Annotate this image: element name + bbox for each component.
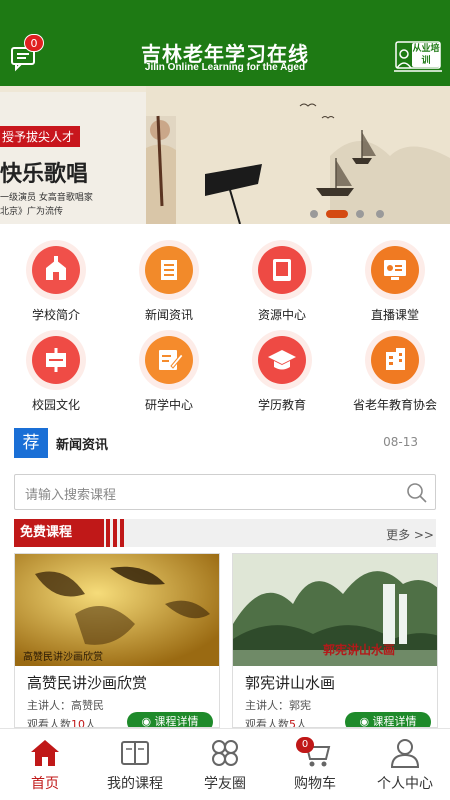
feature-label: 省老年教育协会 [352,398,437,412]
play-icon: ◉ [359,715,373,728]
thumbnail-caption: 郭宪讲山水画 [323,642,395,657]
feature-campus-culture[interactable]: 校园文化 [0,330,112,424]
carousel-dot[interactable] [376,210,384,218]
news-ticker[interactable]: 荐 新闻资讯 08-13 [14,428,436,458]
app-header: 0 吉林老年学习在线 Jilin Online Learning for the… [0,0,450,86]
carousel-dot[interactable] [310,210,318,218]
feature-degree-education[interactable]: 学历教育 [226,330,338,424]
banner-carousel[interactable]: 授予拔尖人才 快乐歌唱 一级演员 女高音歌唱家 北京》广为流传 [0,86,450,224]
tab-profile[interactable]: 个人中心 [360,729,450,800]
tab-cart[interactable]: 0 购物车 [270,729,360,800]
feature-study-center[interactable]: 研学中心 [113,330,225,424]
live-class-icon [371,246,419,294]
course-detail-label: 课程详情 [154,715,199,728]
tab-my-courses[interactable]: 我的课程 [90,729,180,800]
banner-subtitle: 一级演员 女高音歌唱家 [0,193,93,203]
news-headline[interactable]: 新闻资讯 [56,434,108,453]
course-title: 高赞民讲沙画欣赏 [27,674,148,692]
course-detail-label: 课程详情 [372,715,417,728]
banner-tag: 授予拔尖人才 [0,126,81,147]
course-detail-button[interactable]: ◉ 课程详情 [127,712,213,728]
culture-icon [32,336,80,384]
feature-elder-education-association[interactable]: 省老年教育协会 [339,330,450,424]
circle-icon [212,740,238,766]
course-title: 郭宪讲山水画 [245,674,336,692]
news-date: 08-13 [383,435,418,449]
tab-classmates-circle[interactable]: 学友圈 [180,729,270,800]
thumbnail-caption: 高赞民讲沙画欣赏 [23,650,103,663]
news-icon [145,246,193,294]
tab-label: 购物车 [294,776,336,792]
carousel-dot-active[interactable] [326,210,348,218]
profile-icon [390,739,420,768]
home-icon [31,740,59,766]
feature-live-class[interactable]: 直播课堂 [339,240,450,334]
feature-label: 新闻资讯 [144,308,193,322]
feature-label: 学校简介 [31,308,80,322]
views-unit: 人 [85,718,96,728]
decorative-stripe [113,519,117,547]
views-count: 5 [289,718,296,728]
feature-label: 学历教育 [257,398,306,412]
search-placeholder: 请输入搜索课程 [25,488,117,503]
views-count: 10 [71,718,85,728]
course-views: 观看人数10人 [27,716,96,728]
carousel-dot[interactable] [356,210,364,218]
course-thumbnail: 高赞民讲沙画欣赏 [15,554,219,666]
status-bar [0,0,450,28]
course-thumbnail: 郭宪讲山水画 [233,554,437,666]
cart-count-badge: 0 [296,737,314,753]
vocational-training-label: 从业培训 [412,43,440,67]
building-icon [371,336,419,384]
feature-label: 直播课堂 [370,308,419,322]
views-label: 观看人数 [245,718,289,728]
feature-label: 资源中心 [257,308,306,322]
banner-headline: 快乐歌唱 [0,161,89,187]
feature-news[interactable]: 新闻资讯 [113,240,225,334]
views-label: 观看人数 [27,718,71,728]
study-edit-icon [145,336,193,384]
course-lecturer: 主讲人：高赞民 [27,699,104,712]
feature-resource-center[interactable]: 资源中心 [226,240,338,334]
decorative-stripe [106,519,110,547]
tab-home[interactable]: 首页 [0,729,90,800]
course-card[interactable]: 高赞民讲沙画欣赏 高赞民讲沙画欣赏 主讲人：高赞民 观看人数10人 ◉ 课程详情 [14,553,220,728]
graduation-cap-icon [258,336,306,384]
carousel-indicator[interactable] [310,208,430,218]
app-subtitle: Jilin Online Learning for the Aged [144,62,306,73]
tab-label: 学友圈 [204,776,246,792]
banner-image [0,86,450,224]
vocational-training-button[interactable]: 从业培训 [392,40,444,74]
tab-label: 个人中心 [377,776,433,792]
bottom-tab-bar: 首页 我的课程 学友圈 0 购物车 个人中心 [0,728,450,800]
feature-label: 校园文化 [31,398,80,412]
feature-label: 研学中心 [144,398,193,412]
feature-school-intro[interactable]: 学校简介 [0,240,112,334]
search-icon[interactable] [405,481,429,505]
more-courses-link[interactable]: 更多 >> [386,526,434,543]
free-courses-title: 免费课程 [14,519,104,547]
tab-label: 首页 [31,776,59,792]
book-icon [258,246,306,294]
course-views: 观看人数5人 [245,716,307,728]
play-icon: ◉ [141,715,155,728]
course-card[interactable]: 郭宪讲山水画 郭宪讲山水画 主讲人：郭宪 观看人数5人 ◉ 课程详情 [232,553,438,728]
tab-label: 我的课程 [107,776,163,792]
banner-subtitle: 北京》广为流传 [0,207,64,217]
school-icon [32,246,80,294]
my-courses-icon [121,741,149,765]
recommend-badge: 荐 [14,428,48,458]
free-courses-header: 免费课程 更多 >> [14,519,436,547]
course-search-input[interactable]: 请输入搜索课程 [14,474,436,510]
views-unit: 人 [296,718,307,728]
decorative-stripe [120,519,124,547]
course-detail-button[interactable]: ◉ 课程详情 [345,712,431,728]
course-lecturer: 主讲人：郭宪 [245,699,311,712]
